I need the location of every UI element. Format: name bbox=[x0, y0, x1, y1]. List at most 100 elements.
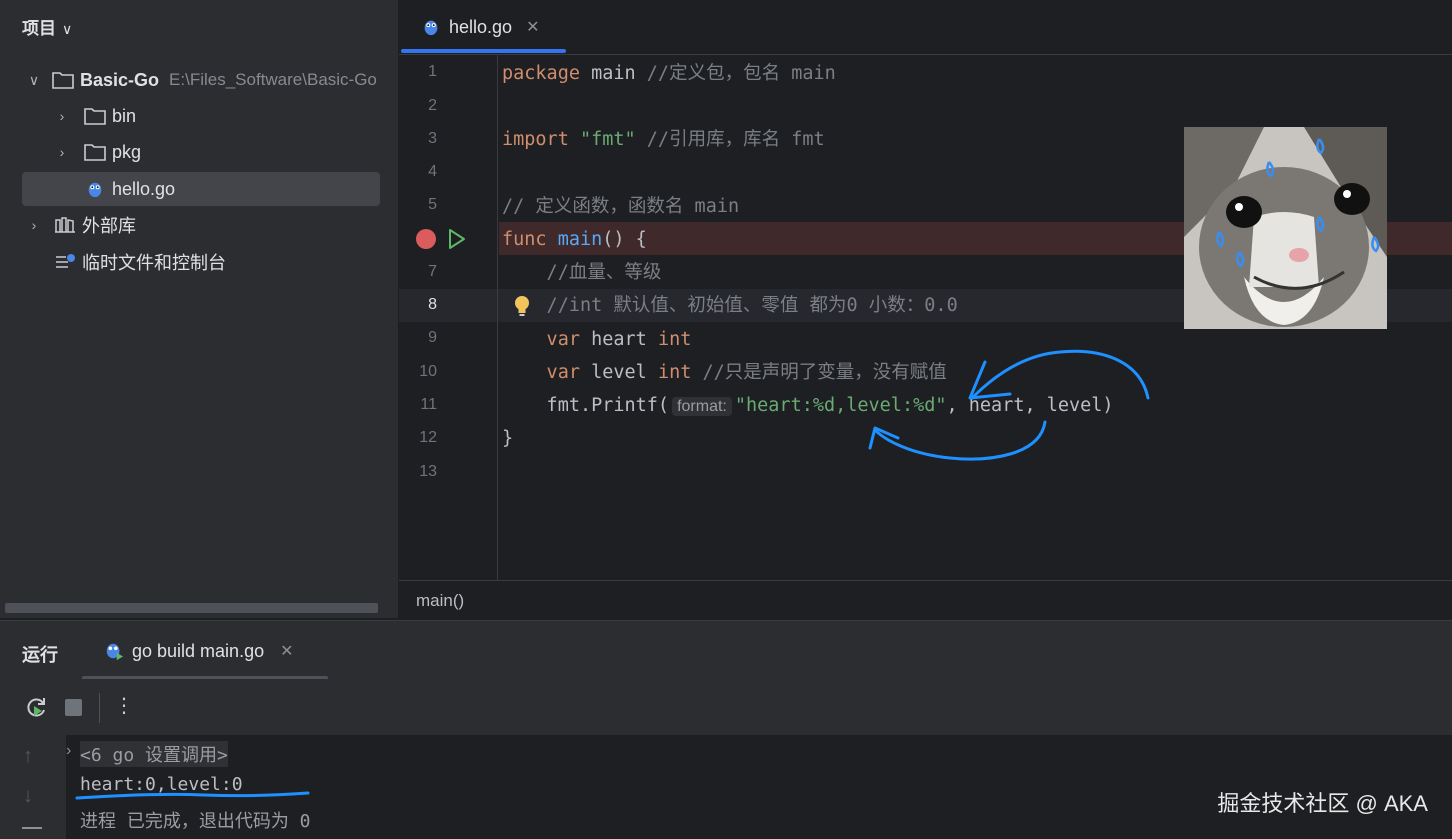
identifier: heart bbox=[579, 329, 658, 350]
code-line-3: import "fmt" //引用库，库名 fmt bbox=[502, 123, 825, 156]
run-panel-title: 运行 bbox=[22, 645, 58, 665]
output-command-line[interactable]: <6 go 设置调用> bbox=[80, 741, 228, 767]
code-line-6: func main() { bbox=[502, 223, 647, 256]
rerun-icon[interactable] bbox=[24, 695, 48, 719]
tab-label: hello.go bbox=[449, 16, 513, 37]
function-name: main bbox=[546, 229, 603, 250]
comment: //血量、等级 bbox=[502, 262, 662, 283]
identifier: main bbox=[579, 63, 647, 84]
comment: //定义包，包名 main bbox=[646, 63, 836, 84]
function-call: fmt.Printf( bbox=[502, 395, 670, 416]
breadcrumb[interactable]: main() bbox=[399, 580, 1452, 619]
watermark-text: 掘金技术社区 @ AKA bbox=[1217, 791, 1428, 816]
scratch-console-icon bbox=[56, 254, 75, 268]
run-toolbar: ⋮ bbox=[0, 679, 1452, 735]
code-line-8: //int 默认值、初始值、零值 都为0 小数：0.0 bbox=[502, 289, 958, 322]
comment: //int 默认值、初始值、零值 都为0 小数：0.0 bbox=[502, 295, 958, 316]
tree-item-label: hello.go bbox=[112, 178, 176, 199]
type: int bbox=[657, 329, 692, 350]
gopher-run-icon bbox=[106, 643, 124, 661]
cat-sticker-image bbox=[1184, 127, 1387, 329]
chevron-right-icon[interactable]: › bbox=[54, 144, 70, 160]
tab-hello-go[interactable]: hello.go ✕ bbox=[399, 0, 539, 54]
parameter-hint: format: bbox=[672, 397, 732, 416]
annotation-arrows bbox=[868, 349, 1150, 461]
output-exit-line: 进程 已完成，退出代码为 0 bbox=[80, 811, 311, 832]
keyword: import bbox=[502, 129, 569, 150]
scroll-down-icon[interactable]: ↓ bbox=[23, 785, 33, 808]
tree-item-root[interactable]: ∨ Basic-Go E:\Files_Software\Basic-Go bbox=[26, 63, 377, 97]
tree-item-label: bin bbox=[112, 105, 137, 126]
line-number: 8 bbox=[428, 296, 437, 313]
line-number: 11 bbox=[420, 396, 437, 413]
keyword: var bbox=[502, 362, 580, 383]
punctuation: () { bbox=[602, 229, 647, 250]
library-icon bbox=[55, 217, 75, 233]
root-folder-name: Basic-Go bbox=[80, 69, 160, 90]
keyword: var bbox=[502, 329, 580, 350]
line-number: 1 bbox=[428, 63, 437, 80]
tree-item-label: pkg bbox=[112, 141, 142, 162]
root-folder-path: E:\Files_Software\Basic-Go bbox=[169, 70, 377, 89]
folder-icon bbox=[84, 108, 106, 125]
tab-label: go build main.go bbox=[132, 640, 265, 661]
keyword: func bbox=[502, 229, 547, 250]
line-number: 2 bbox=[428, 97, 437, 114]
scroll-up-icon[interactable]: ↑ bbox=[23, 745, 33, 768]
keyword: package bbox=[502, 63, 580, 84]
run-icon[interactable] bbox=[447, 228, 467, 250]
string: "fmt" bbox=[568, 129, 636, 150]
stop-icon[interactable] bbox=[65, 699, 82, 716]
line-number: 3 bbox=[428, 130, 437, 147]
project-panel: 项目 ∨ ∨ Basic-Go E:\Files_Software\Basic-G… bbox=[0, 0, 398, 618]
tree-item-hello-go[interactable]: hello.go bbox=[22, 172, 380, 206]
output-underline-annotation bbox=[75, 791, 310, 800]
line-number: 7 bbox=[428, 263, 437, 280]
run-panel-header: 运行 go build main.go ✕ bbox=[0, 621, 1452, 680]
code-line-12: } bbox=[502, 422, 513, 455]
tree-item-pkg[interactable]: › pkg bbox=[54, 135, 141, 169]
tree-item-label: 临时文件和控制台 bbox=[82, 253, 226, 273]
line-number: 5 bbox=[428, 196, 437, 213]
chevron-right-icon[interactable]: › bbox=[54, 108, 70, 124]
project-panel-header[interactable]: 项目 ∨ bbox=[22, 14, 72, 39]
gopher-file-icon bbox=[424, 20, 438, 36]
comment: //引用库，库名 fmt bbox=[635, 129, 825, 150]
line-number: 9 bbox=[428, 329, 437, 346]
toolbar-divider bbox=[99, 693, 100, 723]
code-line-9: var heart int bbox=[502, 323, 692, 356]
breadcrumb-item[interactable]: main() bbox=[416, 591, 464, 611]
code-line-1: package main //定义包，包名 main bbox=[502, 57, 836, 90]
folder-icon bbox=[52, 72, 74, 89]
tree-item-external-libs[interactable]: › 外部库 bbox=[26, 208, 136, 242]
tree-item-label: 外部库 bbox=[82, 216, 136, 236]
close-icon[interactable]: ✕ bbox=[526, 17, 539, 37]
run-side-toolbar: ↑ ↓ bbox=[0, 735, 66, 839]
tree-item-bin[interactable]: › bin bbox=[54, 99, 136, 133]
expand-chevron-icon[interactable]: › bbox=[66, 742, 71, 760]
editor-tab-bar: hello.go ✕ bbox=[399, 0, 1452, 55]
code-line-7: //血量、等级 bbox=[502, 256, 662, 289]
tree-item-scratches[interactable]: 临时文件和控制台 bbox=[54, 245, 226, 279]
identifier: level bbox=[579, 362, 658, 383]
type: int bbox=[657, 362, 692, 383]
line-number: 10 bbox=[419, 363, 437, 380]
punctuation: } bbox=[502, 428, 514, 449]
soft-wrap-icon[interactable] bbox=[22, 827, 42, 829]
chevron-right-icon[interactable]: › bbox=[26, 217, 42, 233]
line-number: 12 bbox=[419, 429, 437, 446]
horizontal-scrollbar[interactable] bbox=[5, 603, 378, 613]
code-line-5: // 定义函数，函数名 main bbox=[502, 190, 739, 223]
line-number: 13 bbox=[419, 463, 437, 480]
folder-icon bbox=[84, 144, 106, 161]
active-tab-indicator bbox=[401, 49, 566, 53]
breakpoint-icon[interactable] bbox=[416, 229, 436, 249]
more-options-icon[interactable]: ⋮ bbox=[114, 693, 134, 718]
close-icon[interactable]: ✕ bbox=[280, 641, 293, 661]
chevron-down-icon[interactable]: ∨ bbox=[26, 72, 42, 89]
comment: // 定义函数，函数名 main bbox=[502, 196, 740, 217]
gopher-file-icon bbox=[88, 182, 102, 198]
chevron-down-icon[interactable]: ∨ bbox=[62, 21, 72, 37]
tab-go-build[interactable]: go build main.go ✕ bbox=[104, 635, 294, 667]
line-number-gutter: 1 2 3 4 5 7 8 9 10 11 12 13 bbox=[399, 55, 498, 580]
